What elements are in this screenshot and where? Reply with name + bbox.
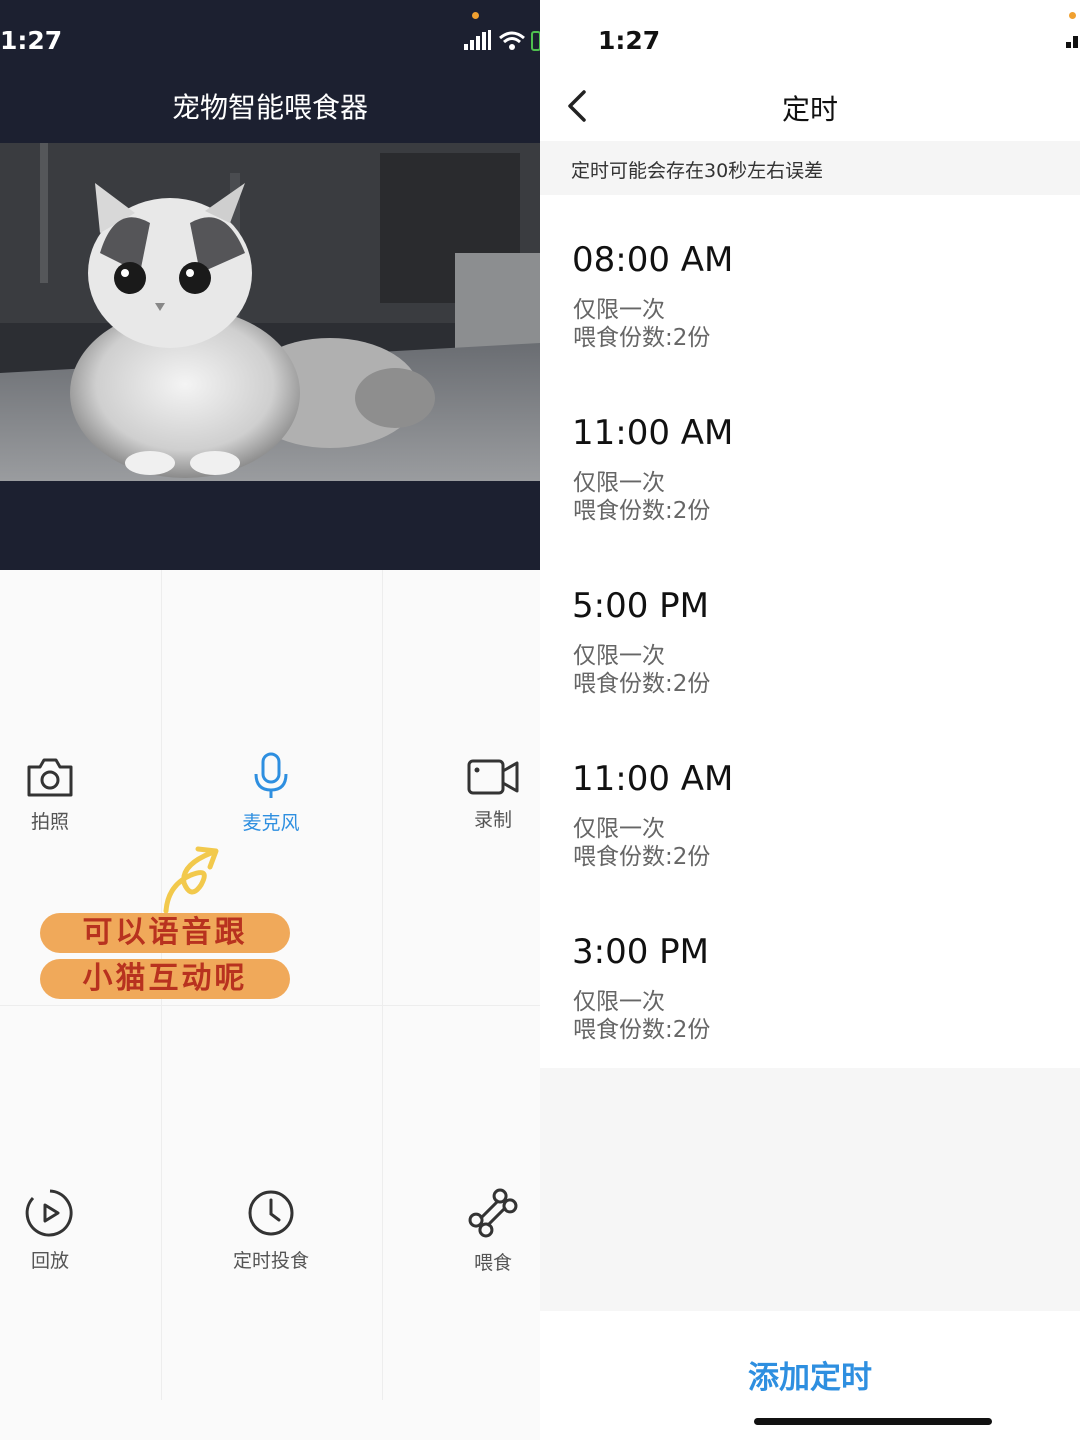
annotation-line-2: 小猫互动呢 <box>40 959 290 999</box>
camera-header: 1:27 宠物智能喂食器 <box>0 0 540 143</box>
timer-item[interactable]: 11:00 AM 仅限一次 喂食份数:2份 <box>540 759 1080 931</box>
timer-time: 3:00 PM <box>572 932 709 972</box>
page-title: 宠物智能喂食器 <box>171 91 368 124</box>
timer-item[interactable]: 11:00 AM 仅限一次 喂食份数:2份 <box>540 413 1080 585</box>
grid-divider <box>382 570 383 1400</box>
microphone-button[interactable]: 麦克风 <box>191 752 351 835</box>
timer-time: 08:00 AM <box>572 240 734 280</box>
signal-icon <box>1066 36 1078 48</box>
page-title: 定时 <box>781 93 838 126</box>
video-bottom-bar <box>0 481 540 570</box>
timer-time: 5:00 PM <box>572 586 709 626</box>
clock-icon <box>248 1190 294 1236</box>
playback-icon <box>25 1189 73 1237</box>
record-label: 录制 <box>473 809 512 831</box>
feed-button[interactable]: 喂食 <box>413 1186 540 1275</box>
snapshot-label: 拍照 <box>30 811 69 833</box>
timer-portion: 喂食份数:2份 <box>573 844 711 870</box>
camera-screen: 1:27 宠物智能喂食器 拍照 麦克风 录制 回放 定时投食 喂食 可以语音跟 … <box>0 0 540 1440</box>
accuracy-notice: 定时可能会存在30秒左右误差 <box>540 141 1080 195</box>
annotation-line-1: 可以语音跟 <box>40 913 290 953</box>
add-timer-button[interactable]: 添加定时 <box>540 1352 1080 1397</box>
timer-portion: 喂食份数:2份 <box>573 1017 711 1043</box>
timer-portion: 喂食份数:2份 <box>573 325 711 351</box>
privacy-indicator-dot <box>472 12 479 19</box>
playback-label: 回放 <box>30 1250 69 1272</box>
bone-icon <box>468 1188 518 1238</box>
scheduled-feeding-label: 定时投食 <box>232 1250 309 1272</box>
notice-text: 定时可能会存在30秒左右误差 <box>571 160 824 182</box>
timer-time: 11:00 AM <box>572 759 734 799</box>
annotation-sticker: 可以语音跟 小猫互动呢 <box>38 845 298 1005</box>
status-time: 1:27 <box>598 26 661 55</box>
feed-label: 喂食 <box>473 1252 512 1274</box>
camera-video-feed[interactable] <box>0 143 540 481</box>
cat-video-image <box>0 143 540 481</box>
timer-portion: 喂食份数:2份 <box>573 671 711 697</box>
signal-wifi-icon <box>464 30 540 51</box>
timer-time: 11:00 AM <box>572 413 734 453</box>
video-record-icon <box>467 759 519 795</box>
timer-item[interactable]: 5:00 PM 仅限一次 喂食份数:2份 <box>540 586 1080 758</box>
microphone-label: 麦克风 <box>242 812 300 834</box>
curly-arrow-icon <box>163 846 219 914</box>
status-time: 1:27 <box>0 26 63 55</box>
empty-area <box>540 1068 1080 1311</box>
timer-item[interactable]: 08:00 AM 仅限一次 喂食份数:2份 <box>540 240 1080 412</box>
grid-divider <box>0 1005 540 1006</box>
microphone-icon <box>254 752 288 798</box>
record-button[interactable]: 录制 <box>413 757 540 832</box>
camera-icon <box>27 758 73 797</box>
playback-button[interactable]: 回放 <box>0 1188 130 1273</box>
snapshot-button[interactable]: 拍照 <box>0 755 130 834</box>
timer-portion: 喂食份数:2份 <box>573 498 711 524</box>
home-indicator <box>754 1418 992 1425</box>
scheduled-feeding-button[interactable]: 定时投食 <box>191 1188 351 1273</box>
timer-screen: 1:27 定时 定时可能会存在30秒左右误差 08:00 AM 仅限一次 喂食份… <box>540 0 1080 1440</box>
privacy-indicator-dot <box>1069 12 1076 19</box>
